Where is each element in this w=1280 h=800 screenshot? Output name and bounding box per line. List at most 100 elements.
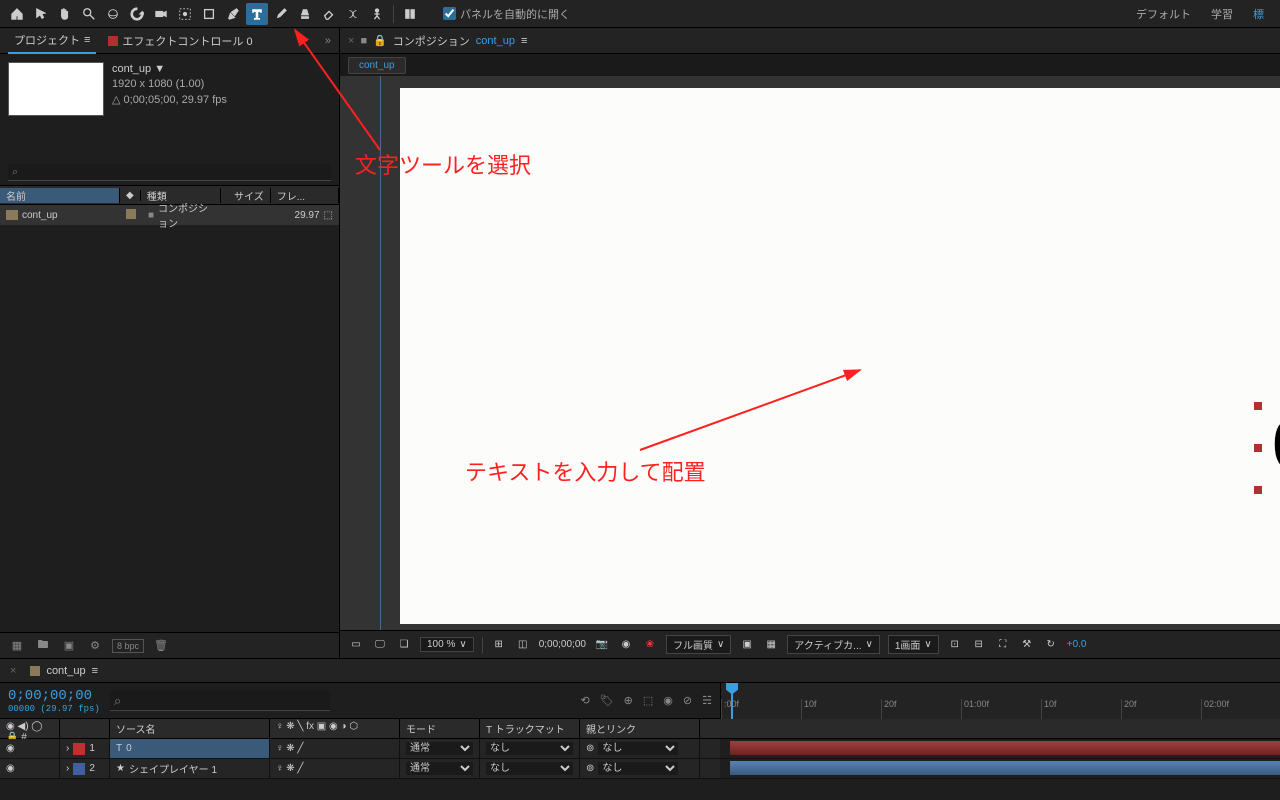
hand-tool[interactable] bbox=[54, 3, 76, 25]
tl-icon-6[interactable]: ⊘ bbox=[683, 694, 692, 707]
vf-icon5[interactable]: ↻ bbox=[1043, 637, 1059, 653]
tl-icon-2[interactable]: 🏷 bbox=[600, 694, 614, 707]
pen-tool[interactable] bbox=[222, 3, 244, 25]
tl-icon-4[interactable]: ⬚ bbox=[643, 694, 653, 707]
views-select[interactable]: 1画面 ∨ bbox=[888, 635, 939, 654]
comp-panel-name[interactable]: cont_up bbox=[476, 35, 515, 47]
comp-name: cont_up ▼ bbox=[112, 62, 227, 77]
mode-select[interactable]: 通常 bbox=[406, 742, 473, 755]
canvas[interactable]: 0 bbox=[400, 88, 1280, 624]
layer-color-chip[interactable] bbox=[73, 763, 85, 775]
orbit-tool[interactable] bbox=[102, 3, 124, 25]
timeline-panel: × cont_up ≡ 0;00;00;00 00000 (29.97 fps)… bbox=[0, 658, 1280, 800]
workspace-learn[interactable]: 学習 bbox=[1211, 6, 1233, 22]
parent-select[interactable]: なし bbox=[598, 762, 678, 775]
snapshot-icon[interactable]: 📷 bbox=[594, 637, 610, 653]
clone-tool[interactable] bbox=[294, 3, 316, 25]
parent-select[interactable]: なし bbox=[598, 742, 678, 755]
effect-controls-tab[interactable]: エフェクトコントロール 0 bbox=[102, 29, 258, 53]
roto-tool[interactable] bbox=[342, 3, 364, 25]
new-folder-btn[interactable]: 🖿 bbox=[34, 637, 52, 655]
settings-btn[interactable]: ⚙ bbox=[86, 637, 104, 655]
text-layer-object[interactable]: 0 bbox=[1260, 408, 1280, 488]
vf-icon3[interactable]: ⛶ bbox=[995, 637, 1011, 653]
composition-viewport[interactable]: 0 bbox=[340, 76, 1280, 630]
lock-icon[interactable]: 🔒 bbox=[373, 34, 387, 47]
timeline-tab[interactable]: cont_up ≡ bbox=[22, 663, 106, 679]
zoom-select[interactable]: 100 % ∨ bbox=[420, 637, 474, 652]
eye-icon[interactable]: ◉ bbox=[6, 743, 18, 755]
selection-tool[interactable] bbox=[30, 3, 52, 25]
eye-icon[interactable]: ◉ bbox=[6, 763, 18, 775]
header-tag[interactable]: ◆ bbox=[120, 190, 141, 201]
vf-icon1[interactable]: ⊡ bbox=[947, 637, 963, 653]
layer-color-chip[interactable] bbox=[73, 743, 85, 755]
grid-icon[interactable]: ⊞ bbox=[491, 637, 507, 653]
timeline-search[interactable] bbox=[110, 691, 330, 711]
comp-thumbnail[interactable] bbox=[8, 62, 104, 116]
header-mode[interactable]: モード bbox=[400, 719, 480, 738]
timecode-display[interactable]: 0;00;00;00 bbox=[539, 639, 586, 650]
eraser-tool[interactable] bbox=[318, 3, 340, 25]
auto-open-checkbox[interactable] bbox=[443, 7, 456, 20]
project-search-input[interactable] bbox=[8, 164, 331, 181]
time-ruler[interactable]: :00f10f20f 01:00f10f20f 02:00f10f20f 03:… bbox=[720, 683, 1280, 719]
interpret-btn[interactable]: ▦ bbox=[8, 637, 26, 655]
current-time[interactable]: 0;00;00;00 bbox=[8, 688, 100, 704]
text-tool[interactable] bbox=[246, 3, 268, 25]
auto-open-panel-check[interactable]: パネルを自動的に開く bbox=[443, 6, 570, 22]
track-select[interactable]: なし bbox=[486, 762, 573, 775]
header-parent[interactable]: 親とリンク bbox=[580, 719, 700, 738]
brush-tool[interactable] bbox=[270, 3, 292, 25]
workspace-standard[interactable]: 標 bbox=[1253, 6, 1264, 22]
header-name[interactable]: 名前 bbox=[0, 188, 120, 203]
timeline-layer-row[interactable]: ◉ ›2 ★シェイプレイヤー 1 ♀ ❋ ╱ 通常 なし ⊚ なし bbox=[0, 759, 1280, 779]
track-select[interactable]: なし bbox=[486, 742, 573, 755]
mode-select[interactable]: 通常 bbox=[406, 762, 473, 775]
vf-icon2[interactable]: ⊟ bbox=[971, 637, 987, 653]
camera-select[interactable]: アクティブカ... ∨ bbox=[787, 635, 880, 654]
rect-tool[interactable] bbox=[198, 3, 220, 25]
rotate-tool[interactable] bbox=[126, 3, 148, 25]
quality-select[interactable]: フル画質 ∨ bbox=[666, 635, 731, 654]
display-icon[interactable]: 🖵 bbox=[372, 637, 388, 653]
layer-duration-bar[interactable] bbox=[730, 741, 1280, 755]
workspace-default[interactable]: デフォルト bbox=[1136, 6, 1191, 22]
zoom-tool[interactable] bbox=[78, 3, 100, 25]
header-size[interactable]: サイズ bbox=[221, 188, 271, 203]
tl-icon-1[interactable]: ⟲ bbox=[580, 694, 589, 707]
snap-tool[interactable] bbox=[399, 3, 421, 25]
project-item-row[interactable]: cont_up ■コンポジション 29.97⬚ bbox=[0, 205, 339, 225]
header-track[interactable]: T トラックマット bbox=[480, 719, 580, 738]
tl-icon-5[interactable]: ◉ bbox=[663, 694, 673, 707]
magnify-icon[interactable]: ▭ bbox=[348, 637, 364, 653]
header-source[interactable]: ソース名 bbox=[110, 719, 270, 738]
comp-subtab[interactable]: cont_up bbox=[348, 57, 406, 74]
main-toolbar: パネルを自動的に開く デフォルト 学習 標 bbox=[0, 0, 1280, 28]
home-tool[interactable] bbox=[6, 3, 28, 25]
region-icon[interactable]: ▣ bbox=[739, 637, 755, 653]
channel-icon[interactable]: ◉ bbox=[618, 637, 634, 653]
text-character: 0 bbox=[1260, 408, 1280, 480]
color-icon[interactable]: ❀ bbox=[642, 637, 658, 653]
anchor-tool[interactable] bbox=[174, 3, 196, 25]
puppet-tool[interactable] bbox=[366, 3, 388, 25]
exposure-value[interactable]: +0.0 bbox=[1067, 639, 1087, 650]
mask-icon[interactable]: ❏ bbox=[396, 637, 412, 653]
header-visibility: ◉ ◀) ◯ 🔒 # bbox=[0, 719, 60, 738]
new-comp-btn[interactable]: ▣ bbox=[60, 637, 78, 655]
layer-duration-bar[interactable] bbox=[730, 761, 1280, 775]
timeline-layer-row[interactable]: ◉ ›1 T0 ♀ ❋ ╱ 通常 なし ⊚ なし bbox=[0, 739, 1280, 759]
header-fps[interactable]: フレ... bbox=[271, 188, 339, 203]
tl-icon-3[interactable]: ⊕ bbox=[624, 694, 633, 707]
project-tab[interactable]: プロジェクト ≡ bbox=[8, 28, 96, 54]
comp-icon bbox=[6, 210, 18, 220]
transparency-icon[interactable]: ▦ bbox=[763, 637, 779, 653]
bpc-label[interactable]: 8 bpc bbox=[112, 639, 144, 653]
guides-icon[interactable]: ◫ bbox=[515, 637, 531, 653]
trash-btn[interactable]: 🗑 bbox=[152, 637, 170, 655]
camera-tool[interactable] bbox=[150, 3, 172, 25]
vf-icon4[interactable]: ⚒ bbox=[1019, 637, 1035, 653]
tl-icon-7[interactable]: ☵ bbox=[702, 694, 712, 707]
comp-duration: △ 0;00;05;00, 29.97 fps bbox=[112, 93, 227, 108]
